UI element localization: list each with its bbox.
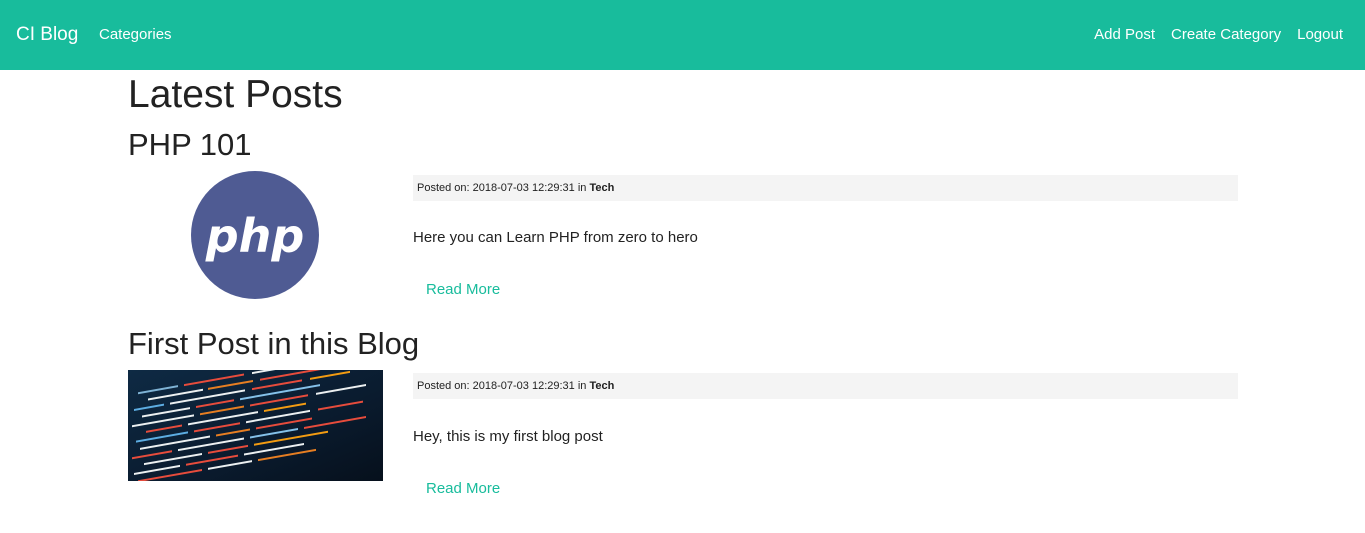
post-meta-date: Posted on: 2018-07-03 12:29:31 in	[417, 380, 590, 392]
page-title: Latest Posts	[128, 73, 343, 116]
svg-text:php: php	[205, 209, 305, 263]
post-category: Tech	[589, 380, 615, 392]
post-title: PHP 101	[128, 127, 252, 162]
post-thumbnail: php	[128, 170, 383, 300]
post-title: First Post in this Blog	[128, 326, 420, 361]
post-thumbnail	[128, 370, 383, 481]
nav-link-categories[interactable]: Categories	[99, 25, 172, 45]
nav-right-group: Add Post Create Category Logout	[1094, 25, 1343, 45]
post-meta: Posted on: 2018-07-03 12:29:31 in Tech	[413, 175, 1238, 201]
post-category: Tech	[589, 182, 615, 194]
nav-link-logout[interactable]: Logout	[1297, 25, 1343, 45]
read-more-link[interactable]: Read More	[426, 280, 500, 300]
navbar: CI Blog Categories Add Post Create Categ…	[0, 0, 1365, 70]
code-screenshot-icon	[128, 370, 383, 481]
php-logo-icon: php	[191, 171, 319, 299]
nav-link-add-post[interactable]: Add Post	[1094, 25, 1155, 45]
read-more-link[interactable]: Read More	[426, 479, 500, 499]
brand-link[interactable]: CI Blog	[16, 22, 78, 48]
post-body: Hey, this is my first blog post	[413, 428, 603, 445]
nav-link-create-category[interactable]: Create Category	[1171, 25, 1281, 45]
post-meta: Posted on: 2018-07-03 12:29:31 in Tech	[413, 373, 1238, 399]
post-body: Here you can Learn PHP from zero to hero	[413, 229, 698, 246]
post-meta-date: Posted on: 2018-07-03 12:29:31 in	[417, 182, 590, 194]
